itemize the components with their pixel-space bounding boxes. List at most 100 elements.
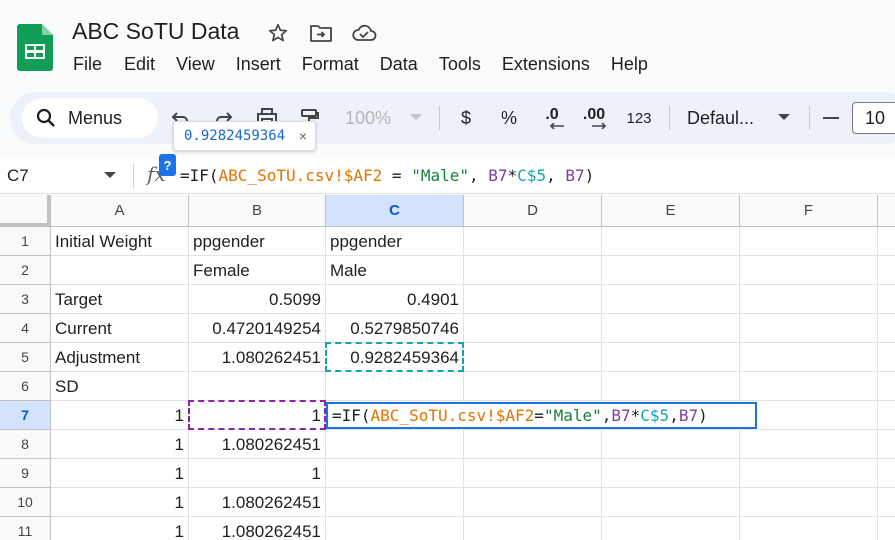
cell-f3[interactable] <box>740 285 878 314</box>
cell-f11[interactable] <box>740 517 878 540</box>
row-header-11[interactable]: 11 <box>0 517 51 540</box>
decrease-font-size-icon[interactable] <box>821 92 841 144</box>
column-header-d[interactable]: D <box>464 195 602 227</box>
tooltip-close-icon[interactable]: × <box>299 128 307 144</box>
cell-e9[interactable] <box>602 459 740 488</box>
decrease-decimal-button[interactable]: .0 <box>537 92 567 144</box>
star-icon[interactable] <box>265 20 291 46</box>
menu-extensions[interactable]: Extensions <box>502 54 590 75</box>
cell-b7[interactable]: 1 <box>189 401 326 430</box>
cell-a7[interactable]: 1 <box>51 401 189 430</box>
cell-f2[interactable] <box>740 256 878 285</box>
column-header-e[interactable]: E <box>602 195 740 227</box>
cell[interactable] <box>878 227 895 256</box>
font-size-input[interactable]: 10 <box>852 102 895 134</box>
cell-e11[interactable] <box>602 517 740 540</box>
row-header-3[interactable]: 3 <box>0 285 51 314</box>
cell[interactable] <box>878 401 895 430</box>
cell-f4[interactable] <box>740 314 878 343</box>
zoom-select[interactable]: 100% <box>338 92 398 144</box>
menu-help[interactable]: Help <box>611 54 648 75</box>
cell-f8[interactable] <box>740 430 878 459</box>
cell-a4[interactable]: Current <box>51 314 189 343</box>
cell-d9[interactable] <box>464 459 602 488</box>
cell-c1[interactable]: ppgender <box>326 227 464 256</box>
document-title[interactable]: ABC SoTU Data <box>72 18 239 45</box>
cell-b9[interactable]: 1 <box>189 459 326 488</box>
name-box-dropdown-icon[interactable] <box>104 172 116 178</box>
menu-data[interactable]: Data <box>380 54 418 75</box>
cell-e10[interactable] <box>602 488 740 517</box>
more-formats-button[interactable]: 123 <box>622 92 656 144</box>
cell-f5[interactable] <box>740 343 878 372</box>
cell-b11[interactable]: 1.080262451 <box>189 517 326 540</box>
cell-e8[interactable] <box>602 430 740 459</box>
menu-edit[interactable]: Edit <box>124 54 155 75</box>
cell[interactable] <box>878 517 895 540</box>
row-header-1[interactable]: 1 <box>0 227 51 256</box>
cell-b8[interactable]: 1.080262451 <box>189 430 326 459</box>
cell-d10[interactable] <box>464 488 602 517</box>
currency-format-button[interactable]: $ <box>454 92 478 144</box>
cell-e1[interactable] <box>602 227 740 256</box>
cell-d8[interactable] <box>464 430 602 459</box>
cell-f7[interactable] <box>740 401 878 430</box>
cell[interactable] <box>878 256 895 285</box>
column-header-f[interactable]: F <box>740 195 878 227</box>
menu-format[interactable]: Format <box>302 54 359 75</box>
column-header-b[interactable]: B <box>189 195 326 227</box>
cell-e3[interactable] <box>602 285 740 314</box>
cell-c4[interactable]: 0.5279850746 <box>326 314 464 343</box>
move-to-folder-icon[interactable] <box>308 20 334 46</box>
cell-c11[interactable] <box>326 517 464 540</box>
cell-a1[interactable]: Initial Weight <box>51 227 189 256</box>
menu-tools[interactable]: Tools <box>439 54 481 75</box>
row-header-7[interactable]: 7 <box>0 401 51 430</box>
cell-a10[interactable]: 1 <box>51 488 189 517</box>
cell-c5[interactable]: 0.9282459364 <box>326 343 464 372</box>
cell[interactable] <box>878 372 895 401</box>
menu-file[interactable]: File <box>73 54 102 75</box>
row-header-9[interactable]: 9 <box>0 459 51 488</box>
cell-f9[interactable] <box>740 459 878 488</box>
cell-f6[interactable] <box>740 372 878 401</box>
cell[interactable] <box>878 430 895 459</box>
cell[interactable] <box>878 314 895 343</box>
row-header-4[interactable]: 4 <box>0 314 51 343</box>
cell-e4[interactable] <box>602 314 740 343</box>
cell-a8[interactable]: 1 <box>51 430 189 459</box>
cell-d2[interactable] <box>464 256 602 285</box>
cell[interactable] <box>878 343 895 372</box>
sheets-logo-icon[interactable] <box>17 24 53 71</box>
row-header-5[interactable]: 5 <box>0 343 51 372</box>
cell-d1[interactable] <box>464 227 602 256</box>
column-header-a[interactable]: A <box>51 195 189 227</box>
formula-input[interactable]: =IF(ABC_SoTU.csv!$AF2 = "Male", B7*C$5, … <box>180 166 594 185</box>
cell-a2[interactable] <box>51 256 189 285</box>
cell-d4[interactable] <box>464 314 602 343</box>
cell-d3[interactable] <box>464 285 602 314</box>
cell-c3[interactable]: 0.4901 <box>326 285 464 314</box>
cell-a6[interactable]: SD <box>51 372 189 401</box>
cell-c8[interactable] <box>326 430 464 459</box>
name-box[interactable]: C7 <box>7 166 29 186</box>
cell-c6[interactable] <box>326 372 464 401</box>
cell-a3[interactable]: Target <box>51 285 189 314</box>
cell-e6[interactable] <box>602 372 740 401</box>
cell-a5[interactable]: Adjustment <box>51 343 189 372</box>
cell-d5[interactable] <box>464 343 602 372</box>
cell-f1[interactable] <box>740 227 878 256</box>
cell-b5[interactable]: 1.080262451 <box>189 343 326 372</box>
cell-b6[interactable] <box>189 372 326 401</box>
row-header-8[interactable]: 8 <box>0 430 51 459</box>
menu-insert[interactable]: Insert <box>236 54 281 75</box>
increase-decimal-button[interactable]: .00 <box>578 92 610 144</box>
cell-a11[interactable]: 1 <box>51 517 189 540</box>
cell-editor[interactable]: =IF(ABC_SoTU.csv!$AF2 = "Male", B7 * C$5, … <box>326 402 757 429</box>
cloud-saved-icon[interactable] <box>351 20 377 46</box>
cell-e2[interactable] <box>602 256 740 285</box>
column-header-c[interactable]: C <box>326 195 464 227</box>
cell[interactable] <box>878 459 895 488</box>
cell-c10[interactable] <box>326 488 464 517</box>
row-header-2[interactable]: 2 <box>0 256 51 285</box>
